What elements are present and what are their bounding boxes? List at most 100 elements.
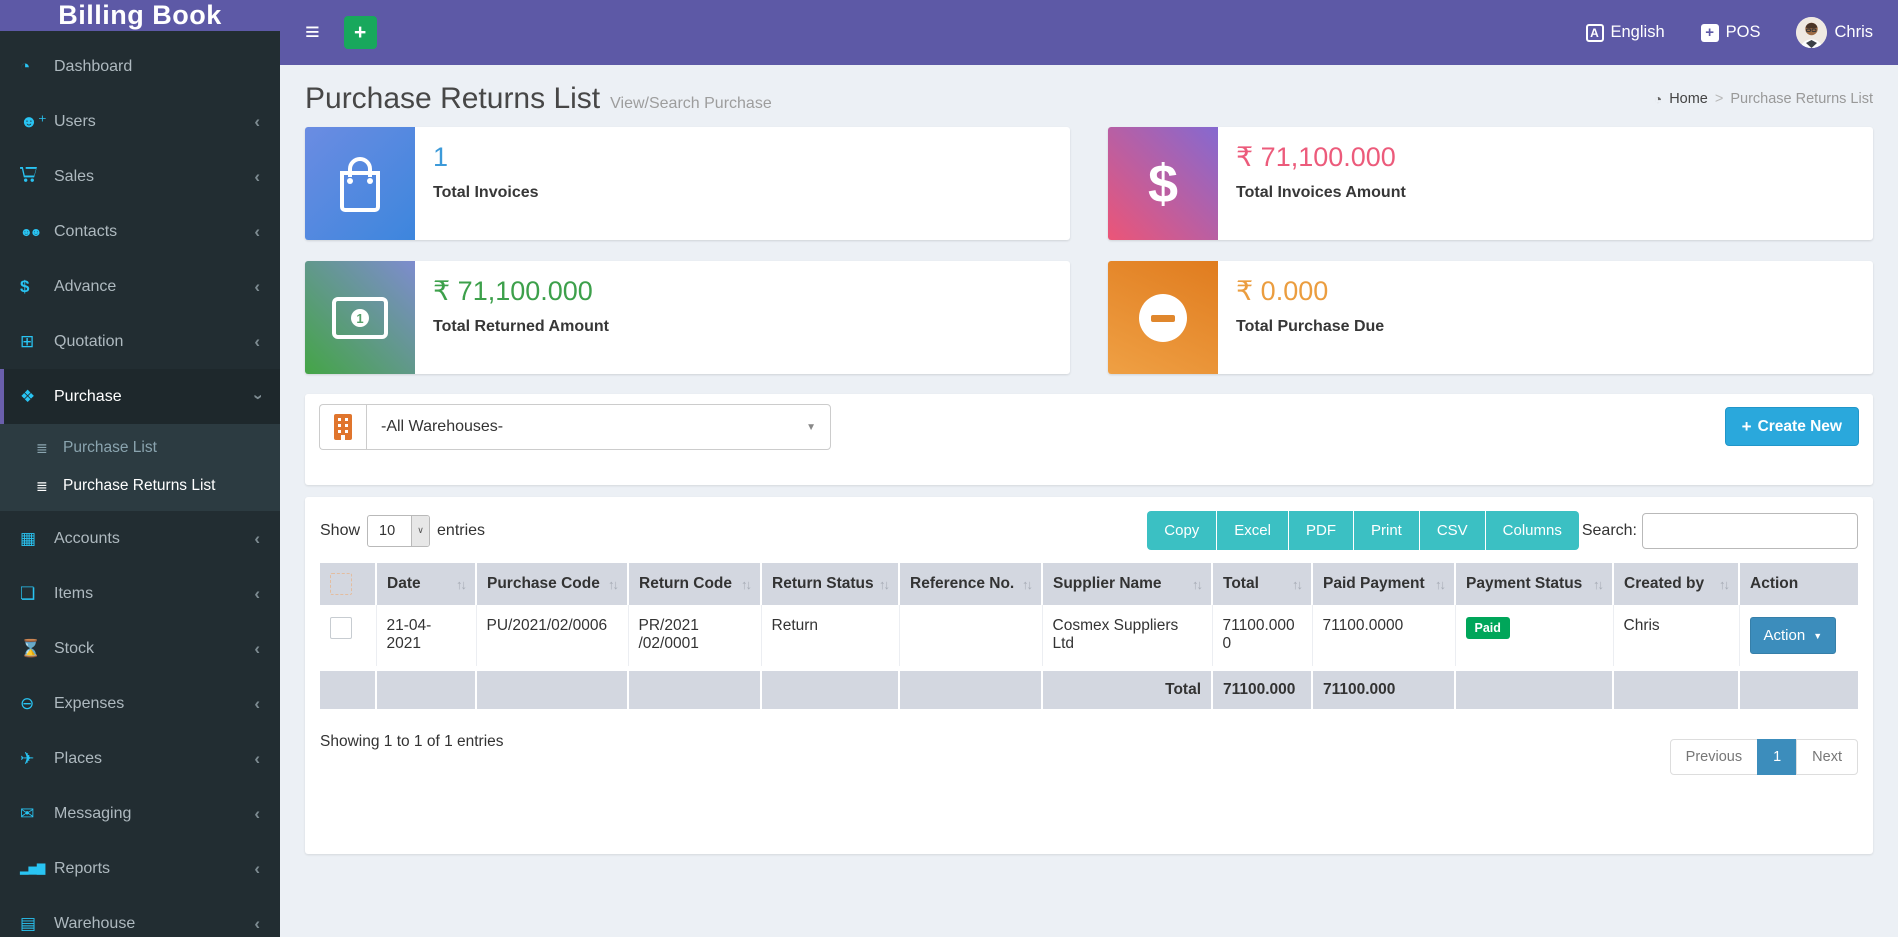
col-supplier-name[interactable]: Supplier Name ↑↓ xyxy=(1042,563,1213,605)
avatar xyxy=(1796,17,1828,48)
col-total[interactable]: Total ↑↓ xyxy=(1212,563,1313,605)
entries-summary: Showing 1 to 1 of 1 entries xyxy=(320,733,504,750)
cell-payment-status: Paid xyxy=(1455,605,1614,669)
table-footer: Showing 1 to 1 of 1 entries Previous 1 N… xyxy=(320,725,1858,775)
sidebar-item-sales[interactable]: Sales ‹ xyxy=(0,149,280,204)
sort-icon: ↑↓ xyxy=(879,577,890,592)
paper-plane-icon: ✈ xyxy=(20,748,35,768)
sort-icon: ↑↓ xyxy=(1593,577,1604,592)
col-payment-status[interactable]: Payment Status ↑↓ xyxy=(1455,563,1614,605)
copy-button[interactable]: Copy xyxy=(1147,511,1218,550)
home-icon: ◔ xyxy=(1653,91,1663,107)
action-dropdown-button[interactable]: Action ▼ xyxy=(1749,617,1837,654)
angle-left-icon: ‹ xyxy=(254,331,260,351)
sidebar-item-stock[interactable]: ⌛ Stock ‹ xyxy=(0,621,280,676)
sidebar-item-places[interactable]: ✈ Places ‹ xyxy=(0,731,280,786)
sort-icon: ↑↓ xyxy=(608,577,619,592)
col-return-status[interactable]: Return Status ↑↓ xyxy=(761,563,900,605)
minus-circle-icon xyxy=(1108,261,1218,374)
user-menu[interactable]: Chris xyxy=(1796,17,1873,48)
sidebar-item-items[interactable]: ❏ Items ‹ xyxy=(0,566,280,621)
sort-icon: ↑↓ xyxy=(1435,577,1446,592)
dollar-icon: $ xyxy=(20,276,30,296)
table-total-row: Total 71100.000 71100.000 xyxy=(320,666,1858,709)
page-size-select[interactable]: 10 ∨ xyxy=(367,514,431,547)
topbar-right: A English + POS Chris xyxy=(1585,17,1873,48)
breadcrumb-home[interactable]: Home xyxy=(1669,91,1708,107)
main-area: ≡ + A English + POS Chris Purchase Retur… xyxy=(280,0,1898,937)
card-total-purchase-due: ₹ 0.000 Total Purchase Due xyxy=(1108,261,1873,374)
pos-button[interactable]: + POS xyxy=(1700,23,1760,42)
col-reference-no[interactable]: Reference No. ↑↓ xyxy=(899,563,1043,605)
sort-icon: ↑↓ xyxy=(456,577,467,592)
sidebar-item-dashboard[interactable]: ◔ Dashboard xyxy=(0,39,280,94)
cell-total: 71100.0000 xyxy=(1212,605,1313,669)
print-button[interactable]: Print xyxy=(1353,511,1420,550)
cell-purchase-code: PU/2021/02/0006 xyxy=(476,605,629,669)
hourglass-icon: ⌛ xyxy=(20,638,42,658)
sidebar-item-contacts[interactable]: ☻☻ Contacts ‹ xyxy=(0,204,280,259)
sidebar-item-quotation[interactable]: ⊞ Quotation ‹ xyxy=(0,314,280,369)
pdf-button[interactable]: PDF xyxy=(1288,511,1354,550)
angle-left-icon: ‹ xyxy=(254,913,260,933)
breadcrumb: ◔ Home > Purchase Returns List xyxy=(1654,91,1873,107)
sidebar-item-purchase[interactable]: ❖ Purchase ‹ xyxy=(0,369,280,424)
submenu-item-purchase-returns-list[interactable]: ≣ Purchase Returns List xyxy=(0,467,280,505)
svg-text:1: 1 xyxy=(356,311,363,326)
page-title: Purchase Returns List xyxy=(305,82,601,115)
create-new-button[interactable]: + Create New xyxy=(1724,407,1859,446)
language-menu[interactable]: A English xyxy=(1585,23,1665,42)
users-group-icon: ☻☻ xyxy=(20,224,42,239)
angle-left-icon: ‹ xyxy=(254,221,260,241)
sidebar-item-users[interactable]: ☻⁺ Users ‹ xyxy=(0,94,280,149)
col-created-by[interactable]: Created by ↑↓ xyxy=(1613,563,1740,605)
page-subtitle: View/Search Purchase xyxy=(610,95,772,112)
app-root: Billing Book ◔ Dashboard ☻⁺ Users ‹ Sale… xyxy=(0,0,1898,937)
card-value: 1 xyxy=(433,142,449,172)
quick-add-button[interactable]: + xyxy=(343,16,377,49)
footer-paid-value: 71100.000 xyxy=(1312,666,1456,709)
sort-icon: ↑↓ xyxy=(1719,577,1730,592)
table-panel: Show 10 ∨ entries Copy Excel PDF Print C… xyxy=(305,497,1873,854)
card-total-invoices: 1 Total Invoices xyxy=(305,127,1070,240)
pagination-next[interactable]: Next xyxy=(1796,739,1858,775)
submenu-item-purchase-list[interactable]: ≣ Purchase List xyxy=(0,429,280,467)
col-return-code[interactable]: Return Code ↑↓ xyxy=(628,563,762,605)
cell-reference-no xyxy=(899,605,1043,669)
cell-date: 21-04-2021 xyxy=(376,605,477,669)
select-all-header[interactable] xyxy=(320,563,377,605)
angle-left-icon: ‹ xyxy=(254,528,260,548)
stat-cards: 1 Total Invoices $ ₹ 71,100.000 Total In… xyxy=(305,127,1873,374)
angle-left-icon: ‹ xyxy=(254,111,260,131)
export-and-search: Copy Excel PDF Print CSV Columns Search: xyxy=(1147,511,1858,550)
col-paid-payment[interactable]: Paid Payment ↑↓ xyxy=(1312,563,1456,605)
filter-panel: -All Warehouses- ▼ + Create New xyxy=(305,394,1873,485)
pagination-page-1[interactable]: 1 xyxy=(1757,739,1798,775)
columns-button[interactable]: Columns xyxy=(1485,511,1579,550)
col-purchase-code[interactable]: Purchase Code ↑↓ xyxy=(476,563,629,605)
select-all-checkbox[interactable] xyxy=(330,573,352,595)
sidebar-item-accounts[interactable]: ▦ Accounts ‹ xyxy=(0,511,280,566)
sidebar-item-warehouse[interactable]: ▤ Warehouse ‹ xyxy=(0,896,280,937)
row-checkbox[interactable] xyxy=(330,617,352,639)
excel-button[interactable]: Excel xyxy=(1217,511,1289,550)
angle-left-icon: ‹ xyxy=(254,583,260,603)
cell-return-status: Return xyxy=(761,605,900,669)
sidebar-item-advance[interactable]: $ Advance ‹ xyxy=(0,259,280,314)
bar-chart-icon: ▂▅▇ xyxy=(20,863,46,875)
table-row: 21-04-2021 PU/2021/02/0006 PR/2021 /02/0… xyxy=(320,605,1858,669)
cube-icon: ❖ xyxy=(20,386,36,406)
warehouse-select[interactable]: -All Warehouses- ▼ xyxy=(366,404,831,450)
angle-left-icon: ‹ xyxy=(254,748,260,768)
dollar-sign-icon: $ xyxy=(1108,127,1218,240)
sidebar-item-messaging[interactable]: ✉ Messaging ‹ xyxy=(0,786,280,841)
sidebar-item-reports[interactable]: ▂▅▇ Reports ‹ xyxy=(0,841,280,896)
col-date[interactable]: Date ↑↓ xyxy=(376,563,477,605)
search-input[interactable] xyxy=(1642,512,1858,549)
hamburger-icon[interactable]: ≡ xyxy=(305,20,320,45)
pagination-previous[interactable]: Previous xyxy=(1669,739,1759,775)
csv-button[interactable]: CSV xyxy=(1419,511,1486,550)
caret-down-icon: ▼ xyxy=(1813,630,1823,641)
sidebar-item-expenses[interactable]: ⊖ Expenses ‹ xyxy=(0,676,280,731)
grid-squares-icon: ▦ xyxy=(20,528,37,548)
